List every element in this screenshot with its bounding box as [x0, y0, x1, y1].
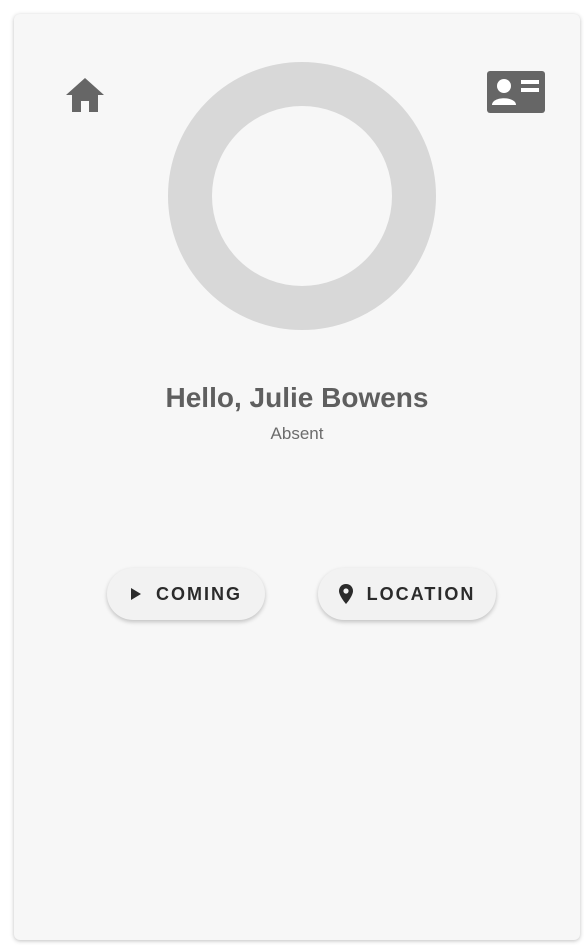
id-card-button[interactable] [484, 66, 548, 118]
location-button[interactable]: LOCATION [318, 568, 496, 620]
coming-button-label: COMING [156, 583, 242, 604]
location-button-label: LOCATION [366, 583, 476, 604]
id-card-icon [487, 71, 545, 113]
greeting-text: Hello, Julie Bowens [165, 382, 429, 413]
avatar-placeholder [168, 62, 436, 330]
play-icon [130, 587, 142, 601]
home-icon [66, 78, 104, 112]
profile-card: Hello, Julie Bowens Absent COMING LOCATI… [14, 14, 580, 940]
coming-button[interactable]: COMING [107, 568, 265, 620]
status-text: Absent [270, 424, 324, 443]
home-button[interactable] [62, 72, 108, 118]
location-pin-icon [338, 584, 353, 604]
